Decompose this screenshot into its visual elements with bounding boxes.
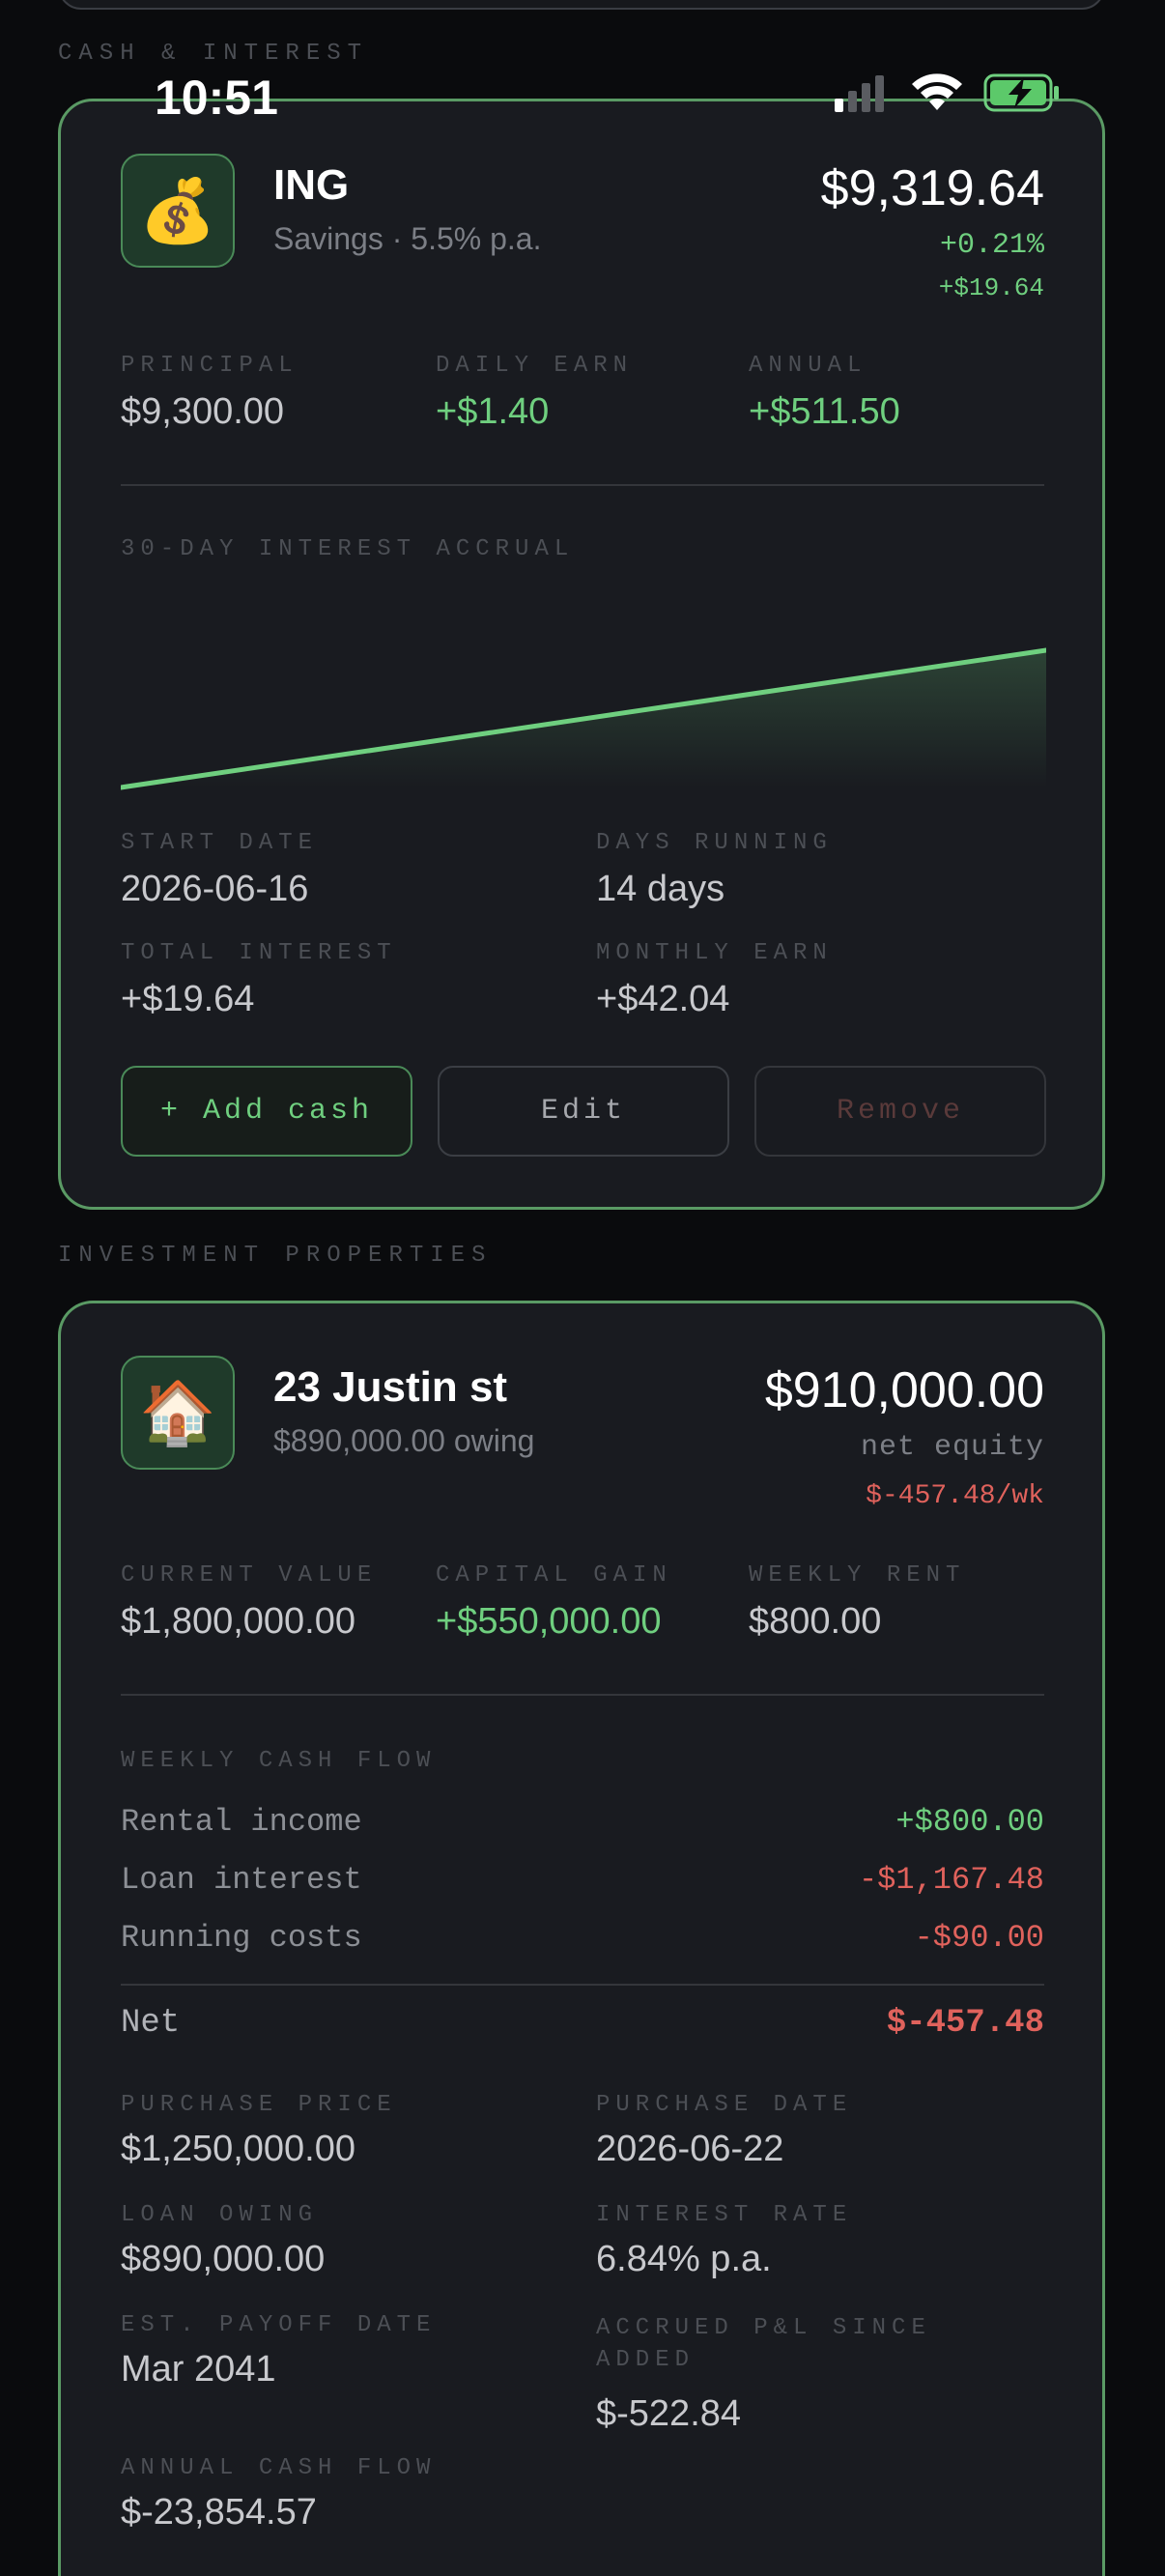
- cash-flow-label: Rental income: [121, 1804, 362, 1840]
- property-name: 23 Justin st: [273, 1363, 508, 1411]
- stat-value-principal: $9,300.00: [121, 391, 285, 432]
- net-equity-caption: net equity: [860, 1431, 1044, 1464]
- stat-value-weekly-rent: $800.00: [749, 1601, 882, 1642]
- property-subtitle: $890,000.00 owing: [273, 1423, 535, 1458]
- previous-card-edge: [58, 0, 1105, 10]
- remove-button[interactable]: Remove: [754, 1066, 1046, 1157]
- chart-title: 30-DAY INTEREST ACCRUAL: [121, 536, 575, 562]
- divider: [121, 484, 1044, 486]
- stat-label-daily-earn: DAILY EARN: [436, 353, 634, 379]
- detail-label-annual-cash-flow: ANNUAL CASH FLOW: [121, 2455, 437, 2481]
- stat-label-current-value: CURRENT VALUE: [121, 1562, 378, 1589]
- stat-label-annual: ANNUAL: [749, 353, 867, 379]
- asset-value: $9,319.64: [820, 160, 1044, 216]
- section-label-cash: CASH & INTEREST: [58, 41, 369, 67]
- wifi-icon: [912, 73, 962, 110]
- detail-value-monthly-earn: +$42.04: [596, 979, 730, 1019]
- stat-label-principal: PRINCIPAL: [121, 353, 298, 379]
- detail-value-total-interest: +$19.64: [121, 979, 255, 1019]
- asset-subtitle: Savings · 5.5% p.a.: [273, 221, 542, 256]
- divider: [121, 1984, 1044, 1986]
- money-bag-icon: 💰: [121, 154, 235, 268]
- section-label-properties: INVESTMENT PROPERTIES: [58, 1243, 493, 1269]
- edit-button[interactable]: Edit: [438, 1066, 729, 1157]
- cash-flow-label: Running costs: [121, 1920, 362, 1956]
- stat-value-annual: +$511.50: [749, 391, 900, 432]
- stat-label-weekly-rent: WEEKLY RENT: [749, 1562, 966, 1589]
- change-percent: +0.21%: [939, 229, 1044, 262]
- divider: [121, 1694, 1044, 1696]
- stat-value-current-value: $1,800,000.00: [121, 1601, 356, 1642]
- stat-value-daily-earn: +$1.40: [436, 391, 550, 432]
- detail-label-interest-rate: INTEREST RATE: [596, 2202, 853, 2228]
- detail-label-days-running: DAYS RUNNING: [596, 830, 833, 856]
- detail-value-accrued-pl: $-522.84: [596, 2393, 742, 2434]
- cellular-signal-icon: [835, 75, 884, 112]
- detail-label-total-interest: TOTAL INTEREST: [121, 940, 397, 966]
- net-value: $-457.48: [886, 2005, 1044, 2042]
- detail-label-payoff-date: EST. PAYOFF DATE: [121, 2312, 437, 2338]
- cash-flow-title: WEEKLY CASH FLOW: [121, 1748, 437, 1774]
- battery-charging-icon: [983, 73, 1059, 112]
- detail-value-annual-cash-flow: $-23,854.57: [121, 2492, 317, 2533]
- cash-flow-label: Loan interest: [121, 1862, 362, 1898]
- cash-card-ing[interactable]: 💰 ING Savings · 5.5% p.a. $9,319.64 +0.2…: [58, 99, 1105, 1210]
- house-icon: 🏠: [121, 1356, 235, 1470]
- cash-flow-value: -$1,167.48: [858, 1862, 1044, 1898]
- stat-label-capital-gain: CAPITAL GAIN: [436, 1562, 672, 1589]
- detail-label-start-date: START DATE: [121, 830, 319, 856]
- status-icons: [835, 73, 1059, 112]
- cash-flow-value: -$90.00: [914, 1920, 1044, 1956]
- detail-label-accrued-pl: ACCRUED P&L SINCE ADDED: [596, 2315, 931, 2373]
- detail-value-days-running: 14 days: [596, 869, 725, 909]
- net-equity-value: $910,000.00: [764, 1362, 1044, 1418]
- detail-label-purchase-date: PURCHASE DATE: [596, 2092, 853, 2118]
- change-amount: +$19.64: [938, 273, 1044, 302]
- detail-value-start-date: 2026-06-16: [121, 869, 309, 909]
- detail-label-purchase-price: PURCHASE PRICE: [121, 2092, 397, 2118]
- cash-flow-value: +$800.00: [895, 1804, 1044, 1840]
- detail-value-payoff-date: Mar 2041: [121, 2349, 276, 2390]
- detail-label-loan-owing: LOAN OWING: [121, 2202, 319, 2228]
- detail-value-purchase-price: $1,250,000.00: [121, 2129, 356, 2169]
- detail-value-interest-rate: 6.84% p.a.: [596, 2239, 772, 2279]
- property-card-23-justin-st[interactable]: 🏠 23 Justin st $890,000.00 owing $910,00…: [58, 1301, 1105, 2576]
- weekly-change: $-457.48/wk: [866, 1481, 1044, 1511]
- detail-value-loan-owing: $890,000.00: [121, 2239, 326, 2279]
- detail-value-purchase-date: 2026-06-22: [596, 2129, 784, 2169]
- asset-name: ING: [273, 161, 350, 209]
- stat-value-capital-gain: +$550,000.00: [436, 1601, 662, 1642]
- net-label: Net: [121, 2005, 181, 2042]
- status-time: 10:51: [155, 71, 278, 125]
- add-cash-button[interactable]: + Add cash: [121, 1066, 412, 1157]
- detail-label-monthly-earn: MONTHLY EARN: [596, 940, 833, 966]
